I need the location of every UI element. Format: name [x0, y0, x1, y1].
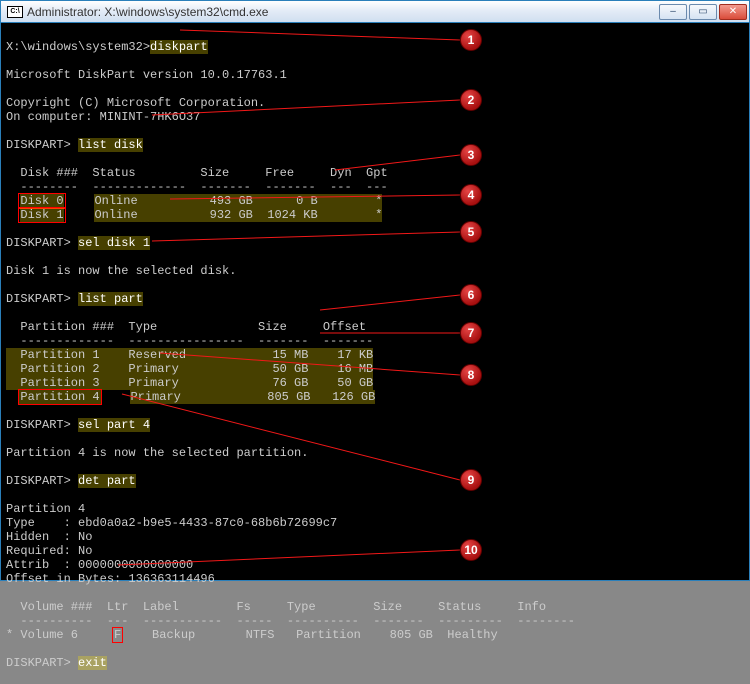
titlebar[interactable]: C:\ Administrator: X:\windows\system32\c… [1, 1, 749, 23]
cmd-list-part: list part [78, 292, 143, 306]
callout-8: 8 [460, 364, 482, 386]
cmd-diskpart: diskpart [150, 40, 208, 54]
diskpart-prompt: DISKPART> [6, 292, 71, 306]
det-title: Partition 4 [6, 502, 85, 516]
disk-header: Disk ### Status Size Free Dyn Gpt [6, 166, 388, 180]
maximize-button[interactable]: ▭ [689, 4, 717, 20]
close-button[interactable]: ✕ [719, 4, 747, 20]
partition-3: Partition 3 Primary 76 GB 50 GB [6, 376, 373, 390]
diskpart-version: Microsoft DiskPart version 10.0.17763.1 [6, 68, 287, 82]
disk1-label: Disk 1 [20, 208, 63, 222]
callout-2: 2 [460, 89, 482, 111]
callout-5: 5 [460, 221, 482, 243]
disk-selected-msg: Disk 1 is now the selected disk. [6, 264, 236, 278]
vol-header: Volume ### Ltr Label Fs Type Size Status… [6, 600, 546, 614]
disk1-row: Online 932 GB 1024 KB * [94, 208, 382, 222]
det-type: Type : ebd0a0a2-b9e5-4433-87c0-68b6b7269… [6, 516, 337, 530]
part-selected-msg: Partition 4 is now the selected partitio… [6, 446, 308, 460]
partition-4-label: Partition 4 [18, 389, 101, 405]
det-offset: Offset in Bytes: 136363114496 [6, 572, 215, 586]
partition-2: Partition 2 Primary 50 GB 16 MB [6, 362, 373, 376]
det-attrib: Attrib : 0000000000000000 [6, 558, 193, 572]
window-title: Administrator: X:\windows\system32\cmd.e… [27, 5, 657, 19]
callout-1: 1 [460, 29, 482, 51]
terminal-output[interactable]: X:\windows\system32>diskpart Microsoft D… [1, 23, 749, 580]
callout-3: 3 [460, 144, 482, 166]
cmd-exit: exit [78, 656, 107, 670]
cmd-sel-disk: sel disk 1 [78, 236, 150, 250]
callout-4: 4 [460, 184, 482, 206]
callout-10: 10 [460, 539, 482, 561]
callout-9: 9 [460, 469, 482, 491]
part-header: Partition ### Type Size Offset [6, 320, 366, 334]
diskpart-prompt: DISKPART> [6, 418, 71, 432]
copyright: Copyright (C) Microsoft Corporation. [6, 96, 265, 110]
computer-name: On computer: MININT-7HK6O37 [6, 110, 200, 124]
vol-prefix: * Volume 6 [6, 628, 107, 642]
callout-6: 6 [460, 284, 482, 306]
cmd-icon: C:\ [7, 6, 23, 18]
cmd-list-disk: list disk [78, 138, 143, 152]
cmd-window: C:\ Administrator: X:\windows\system32\c… [0, 0, 750, 581]
disk0-label: Disk 0 [20, 194, 63, 208]
disk-divider: -------- ------------- ------- ------- -… [6, 180, 388, 194]
diskpart-prompt: DISKPART> [6, 138, 71, 152]
minimize-button[interactable]: – [659, 4, 687, 20]
cmd-sel-part: sel part 4 [78, 418, 150, 432]
diskpart-prompt: DISKPART> [6, 236, 71, 250]
partition-4-row: Primary 805 GB 126 GB [130, 390, 375, 404]
vol-letter: F [112, 627, 123, 643]
diskpart-prompt: DISKPART> [6, 656, 71, 670]
partition-1: Partition 1 Reserved 15 MB 17 KB [6, 348, 373, 362]
det-hidden: Hidden : No [6, 530, 92, 544]
det-required: Required: No [6, 544, 92, 558]
disk0-row: Online 493 GB 0 B * [94, 194, 382, 208]
diskpart-prompt: DISKPART> [6, 474, 71, 488]
vol-rest: Backup NTFS Partition 805 GB Healthy [130, 628, 497, 642]
cmd-det-part: det part [78, 474, 136, 488]
part-divider: ------------- ---------------- ------- -… [6, 334, 373, 348]
vol-divider: ---------- --- ----------- ----- -------… [6, 614, 575, 628]
prompt-path: X:\windows\system32> [6, 40, 150, 54]
callout-7: 7 [460, 322, 482, 344]
